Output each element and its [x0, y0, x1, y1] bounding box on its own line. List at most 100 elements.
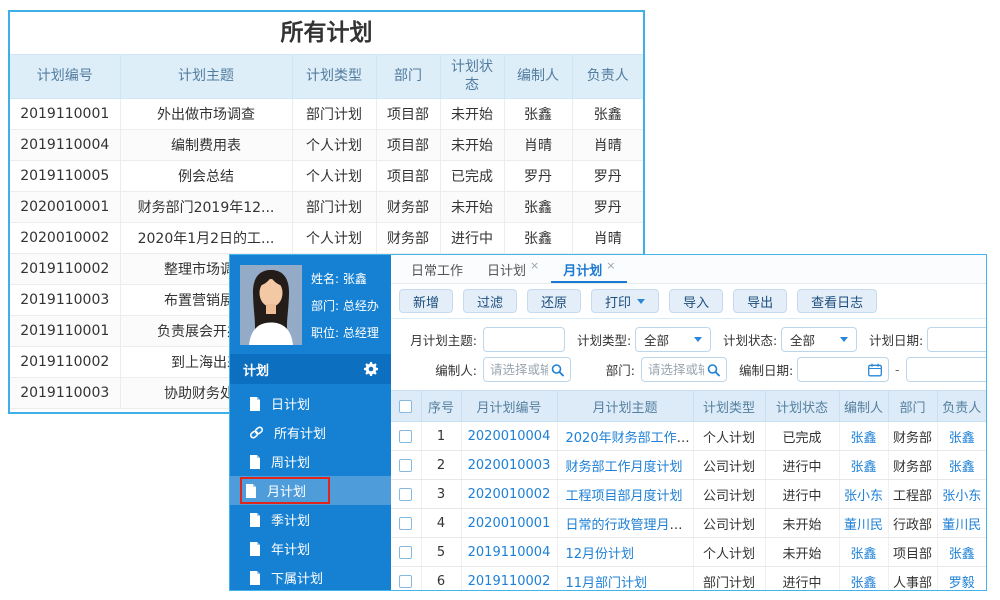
column-header: 计划主题	[120, 54, 293, 99]
table-cell: 未开始	[440, 191, 505, 223]
creator-link[interactable]: 董川民	[844, 518, 883, 533]
tab-month-plan[interactable]: 月计划 ×	[551, 255, 627, 283]
create-date-to-input[interactable]	[906, 358, 986, 381]
creator-link[interactable]: 张鑫	[850, 460, 876, 475]
view-log-button[interactable]: 查看日志	[797, 289, 878, 313]
sidebar-item-month-plan[interactable]: 月计划	[230, 476, 391, 505]
status-select[interactable]: 全部	[781, 327, 857, 352]
subject-link[interactable]: 2020年财务部工作月...	[566, 431, 693, 446]
code-link[interactable]: 2019110002	[468, 574, 551, 589]
row-checkbox[interactable]	[399, 545, 413, 559]
plan-row[interactable]: 1 2020010004 2020年财务部工作月... 个人计划 已完成 张鑫 财务部 张鑫	[391, 421, 986, 451]
sidebar-item-day-plan[interactable]: 日计划	[230, 389, 391, 418]
owner-link[interactable]: 张鑫	[949, 431, 975, 446]
sidebar-item-week-plan[interactable]: 周计划	[230, 447, 391, 476]
creator-link[interactable]: 张小东	[844, 489, 883, 504]
code-link[interactable]: 2020010004	[468, 429, 551, 444]
close-icon[interactable]: ×	[606, 259, 615, 272]
plan-row[interactable]: 3 2020010002 工程项目部月度计划 公司计划 进行中 张小东 工程部 张小东	[391, 479, 986, 509]
owner-link[interactable]: 张小东	[942, 489, 981, 504]
code-cell: 2020010003	[461, 450, 558, 480]
table-cell: 财务部门2019年12...	[120, 191, 293, 223]
sidebar-item-all-plans[interactable]: 所有计划	[230, 418, 391, 447]
plan-row[interactable]: 5 2019110004 12月份计划 个人计划 未开始 张鑫 项目部 张鑫	[391, 537, 986, 567]
close-icon[interactable]: ×	[530, 259, 539, 272]
status-cell: 进行中	[765, 450, 840, 480]
code-link[interactable]: 2020010003	[468, 458, 551, 473]
table-cell: 2019110004	[10, 129, 121, 161]
table-cell: 部门计划	[292, 98, 377, 130]
profile-position: 职位: 总经理	[311, 325, 379, 340]
subject-link[interactable]: 日常的行政管理月计划	[566, 518, 693, 533]
table-row[interactable]: 2020010002 2020年1月2日的工... 个人计划 财务部 进行中 张鑫 肖晴	[10, 222, 643, 254]
table-row[interactable]: 2020010001 财务部门2019年12... 部门计划 财务部 未开始 张鑫 罗丹	[10, 191, 643, 223]
column-header: 负责人	[572, 54, 643, 99]
status-cell: 已完成	[765, 421, 840, 451]
gear-icon[interactable]	[364, 362, 378, 376]
code-link[interactable]: 2020010001	[468, 516, 551, 531]
sidebar-item-sub-plans[interactable]: 下属计划	[230, 563, 391, 590]
owner-cell: 张小东	[937, 479, 986, 509]
print-button[interactable]: 打印	[591, 289, 660, 313]
owner-link[interactable]: 张鑫	[949, 547, 975, 562]
table-cell: 进行中	[440, 222, 505, 254]
subject-link[interactable]: 11月部门计划	[566, 576, 648, 591]
select-all-checkbox[interactable]	[399, 399, 413, 413]
sidebar-item-inner: 下属计划	[245, 566, 327, 589]
filter-button[interactable]: 过滤	[463, 289, 518, 313]
creator-cell: 张鑫	[839, 566, 889, 591]
button-label: 导入	[683, 295, 710, 311]
import-button[interactable]: 导入	[669, 289, 724, 313]
table-cell: 已完成	[440, 160, 505, 192]
row-checkbox[interactable]	[399, 516, 413, 530]
search-icon[interactable]	[551, 363, 564, 376]
table-cell: 2019110005	[10, 160, 121, 192]
creator-link[interactable]: 张鑫	[850, 431, 876, 446]
date-range-separator: -	[895, 362, 900, 377]
creator-link[interactable]: 张鑫	[850, 547, 876, 562]
row-checkbox[interactable]	[399, 487, 413, 501]
plan-row[interactable]: 4 2020010001 日常的行政管理月计划 公司计划 未开始 董川民 行政部 董川民	[391, 508, 986, 538]
table-row[interactable]: 2019110001 外出做市场调查 部门计划 项目部 未开始 张鑫 张鑫	[10, 98, 643, 130]
plan-row[interactable]: 6 2019110002 11月部门计划 部门计划 进行中 张鑫 人事部 罗毅	[391, 566, 986, 591]
calendar-icon[interactable]	[868, 363, 882, 376]
creator-link[interactable]: 张鑫	[850, 576, 876, 591]
status-filter-label: 计划状态:	[723, 333, 778, 348]
code-link[interactable]: 2019110004	[468, 545, 551, 560]
create-date-to-field	[905, 357, 986, 382]
table-row[interactable]: 2019110004 编制费用表 个人计划 项目部 未开始 肖晴 肖晴	[10, 129, 643, 161]
owner-link[interactable]: 张鑫	[949, 460, 975, 475]
row-checkbox[interactable]	[399, 458, 413, 472]
subject-link[interactable]: 工程项目部月度计划	[566, 489, 683, 504]
tab-daily-work[interactable]: 日常工作	[399, 255, 475, 283]
file-icon	[249, 454, 261, 469]
type-select[interactable]: 全部	[635, 327, 711, 352]
row-checkbox[interactable]	[399, 429, 413, 443]
row-checkbox[interactable]	[399, 574, 413, 588]
owner-link[interactable]: 董川民	[942, 518, 981, 533]
status-cell: 进行中	[765, 566, 840, 590]
export-button[interactable]: 导出	[733, 289, 788, 313]
type-cell: 公司计划	[693, 508, 766, 538]
owner-link[interactable]: 罗毅	[949, 576, 975, 591]
subject-link[interactable]: 12月份计划	[566, 547, 635, 562]
owner-cell: 罗毅	[937, 566, 986, 591]
sidebar-item-year-plan[interactable]: 年计划	[230, 534, 391, 563]
column-header: 计划编号	[10, 54, 121, 99]
subject-link[interactable]: 财务部工作月度计划	[566, 460, 683, 475]
code-link[interactable]: 2020010002	[468, 487, 551, 502]
table-cell: 2020010001	[10, 191, 121, 223]
sidebar-item-quarter-plan[interactable]: 季计划	[230, 505, 391, 534]
plan-row[interactable]: 2 2020010003 财务部工作月度计划 公司计划 进行中 张鑫 财务部 张鑫	[391, 450, 986, 480]
add-button[interactable]: 新增	[399, 289, 454, 313]
grid-column-header: 计划状态	[765, 390, 840, 422]
search-icon[interactable]	[707, 363, 720, 376]
button-label: 打印	[605, 295, 632, 311]
subject-input[interactable]	[484, 328, 564, 351]
tab-day-plan[interactable]: 日计划 ×	[475, 255, 551, 283]
plan-date-input[interactable]	[928, 328, 986, 351]
table-row[interactable]: 2019110005 例会总结 个人计划 项目部 已完成 罗丹 罗丹	[10, 160, 643, 192]
reset-button[interactable]: 还原	[527, 289, 582, 313]
dept-cell: 财务部	[888, 421, 938, 451]
owner-cell: 董川民	[937, 508, 986, 538]
